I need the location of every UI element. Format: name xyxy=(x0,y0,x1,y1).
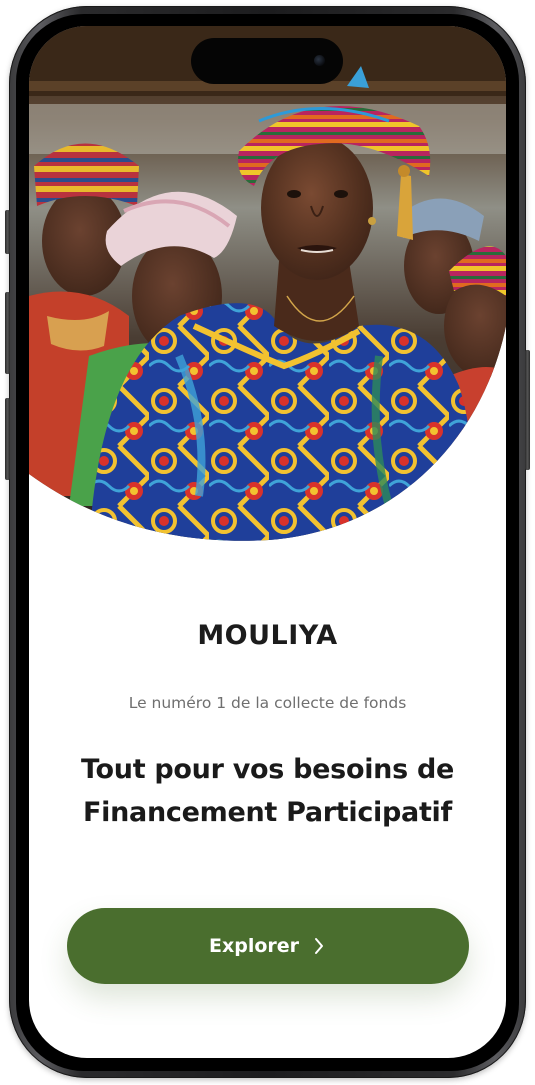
power-button xyxy=(525,350,530,470)
action-button xyxy=(5,210,10,254)
dynamic-island xyxy=(191,38,343,84)
volume-up-button xyxy=(5,292,10,374)
chevron-right-icon xyxy=(313,936,327,956)
hero-photo-illustration xyxy=(29,26,506,541)
hero-image xyxy=(29,26,506,546)
tagline: Le numéro 1 de la collecte de fonds xyxy=(128,694,407,712)
device-mockup: MOULIYA Le numéro 1 de la collecte de fo… xyxy=(0,0,535,1085)
volume-down-button xyxy=(5,398,10,480)
app-screen: MOULIYA Le numéro 1 de la collecte de fo… xyxy=(29,26,506,1058)
explore-button-label: Explorer xyxy=(208,935,300,957)
brand-title: MOULIYA xyxy=(197,620,338,651)
explore-button[interactable]: Explorer xyxy=(67,908,469,984)
headline: Tout pour vos besoins de Financement Par… xyxy=(29,748,506,834)
headline-line-1: Tout pour vos besoins de xyxy=(81,754,454,785)
front-camera-icon xyxy=(314,55,325,66)
headline-line-2: Financement Participatif xyxy=(83,797,452,828)
